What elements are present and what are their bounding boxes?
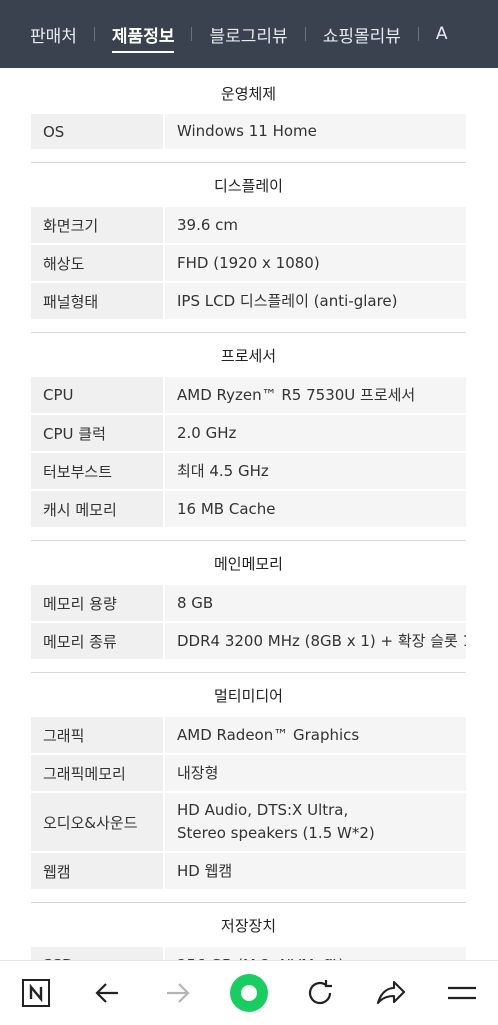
section-title-memory: 메인메모리 [31, 540, 466, 585]
spec-row: 해상도 FHD (1920 x 1080) [31, 245, 466, 283]
spec-key: 그래픽 [43, 726, 85, 745]
spec-key: 터보부스트 [43, 462, 113, 481]
spec-value: AMD Radeon™ Graphics [163, 717, 466, 753]
tab-sellers[interactable]: 판매처 [30, 0, 77, 68]
spec-row: CPU 클럭 2.0 GHz [31, 415, 466, 453]
spec-row: 오디오&사운드 HD Audio, DTS:X Ultra, Stereo sp… [31, 793, 466, 853]
spec-row: CPU AMD Ryzen™ R5 7530U 프로세서 [31, 377, 466, 415]
forward-arrow-icon [166, 983, 190, 1003]
spec-key: OS [43, 122, 65, 141]
spec-key: 그래픽메모리 [43, 764, 126, 783]
spec-row: OS Windows 11 Home [31, 114, 466, 151]
green-dot-icon [229, 974, 268, 1012]
forward-button[interactable] [156, 971, 200, 1015]
tab-blog-reviews[interactable]: 블로그리뷰 [209, 0, 287, 68]
section-title-multimedia: 멀티미디어 [31, 672, 466, 717]
naver-n-icon [21, 979, 50, 1007]
spec-value: IPS LCD 디스플레이 (anti-glare) [163, 283, 466, 319]
spec-key: CPU 클럭 [43, 424, 106, 443]
tab-separator [93, 27, 95, 41]
spec-value: AMD Ryzen™ R5 7530U 프로세서 [163, 377, 466, 413]
spec-row: 화면크기 39.6 cm [31, 207, 466, 245]
spec-key: 캐시 메모리 [43, 500, 117, 519]
spec-row: 메모리 종류 DDR4 3200 MHz (8GB x 1) + 확장 슬롯 1 [31, 623, 466, 661]
spec-key: 화면크기 [43, 216, 99, 235]
spec-key: 오디오&사운드 [43, 813, 138, 832]
spec-key: 패널형태 [43, 292, 99, 311]
refresh-icon [309, 980, 333, 1005]
spec-value: 16 MB Cache [163, 491, 466, 527]
spec-key: 해상도 [43, 254, 85, 273]
spec-key: CPU [43, 386, 74, 404]
spec-value: 내장형 [163, 755, 466, 791]
spec-row: 터보부스트 최대 4.5 GHz [31, 453, 466, 491]
tab-mall-reviews[interactable]: 쇼핑몰리뷰 [323, 0, 401, 68]
tab-separator [304, 27, 306, 41]
tab-next[interactable]: A [436, 0, 448, 68]
spec-value: 최대 4.5 GHz [163, 453, 466, 489]
spec-value: 39.6 cm [163, 207, 466, 243]
menu-button[interactable] [440, 971, 484, 1015]
section-title-storage: 저장장치 [31, 902, 466, 947]
section-title-processor: 프로세서 [31, 332, 466, 377]
spec-row: 패널형태 IPS LCD 디스플레이 (anti-glare) [31, 283, 466, 321]
spec-key: 웹캠 [43, 862, 71, 881]
spec-value: 8 GB [163, 585, 466, 621]
top-nav: 판매처 제품정보 블로그리뷰 쇼핑몰리뷰 A [0, 0, 498, 68]
tab-product-info[interactable]: 제품정보 [111, 0, 174, 68]
share-button[interactable] [369, 971, 413, 1015]
naver-home-button[interactable] [14, 971, 58, 1015]
green-dot-button[interactable] [227, 971, 271, 1015]
share-icon [377, 980, 406, 1005]
spec-row: 그래픽메모리 내장형 [31, 755, 466, 793]
spec-value: 2.0 GHz [163, 415, 466, 451]
back-button[interactable] [85, 971, 129, 1015]
spec-key: 메모리 용량 [43, 594, 117, 613]
back-arrow-icon [95, 983, 118, 1003]
spec-key: 메모리 종류 [43, 632, 117, 651]
spec-row: 메모리 용량 8 GB [31, 585, 466, 623]
tab-separator [191, 27, 193, 41]
spec-table: 운영체제 OS Windows 11 Home 디스플레이 화면크기 39.6 … [31, 68, 466, 985]
browser-bottom-bar [0, 960, 498, 1025]
section-title-os: 운영체제 [220, 84, 277, 103]
spec-row: 웹캠 HD 웹캠 [31, 853, 466, 891]
section-title-display: 디스플레이 [31, 162, 466, 207]
spec-row: 캐시 메모리 16 MB Cache [31, 491, 466, 529]
spec-value: HD Audio, DTS:X Ultra, Stereo speakers (… [163, 793, 466, 851]
spec-value: Windows 11 Home [163, 114, 466, 149]
tab-separator [417, 27, 419, 41]
spec-row: 그래픽 AMD Radeon™ Graphics [31, 717, 466, 755]
spec-value: DDR4 3200 MHz (8GB x 1) + 확장 슬롯 1 [163, 623, 466, 659]
spec-value: FHD (1920 x 1080) [163, 245, 466, 281]
refresh-button[interactable] [298, 971, 342, 1015]
menu-icon [448, 986, 477, 1000]
spec-value: HD 웹캠 [163, 853, 466, 889]
